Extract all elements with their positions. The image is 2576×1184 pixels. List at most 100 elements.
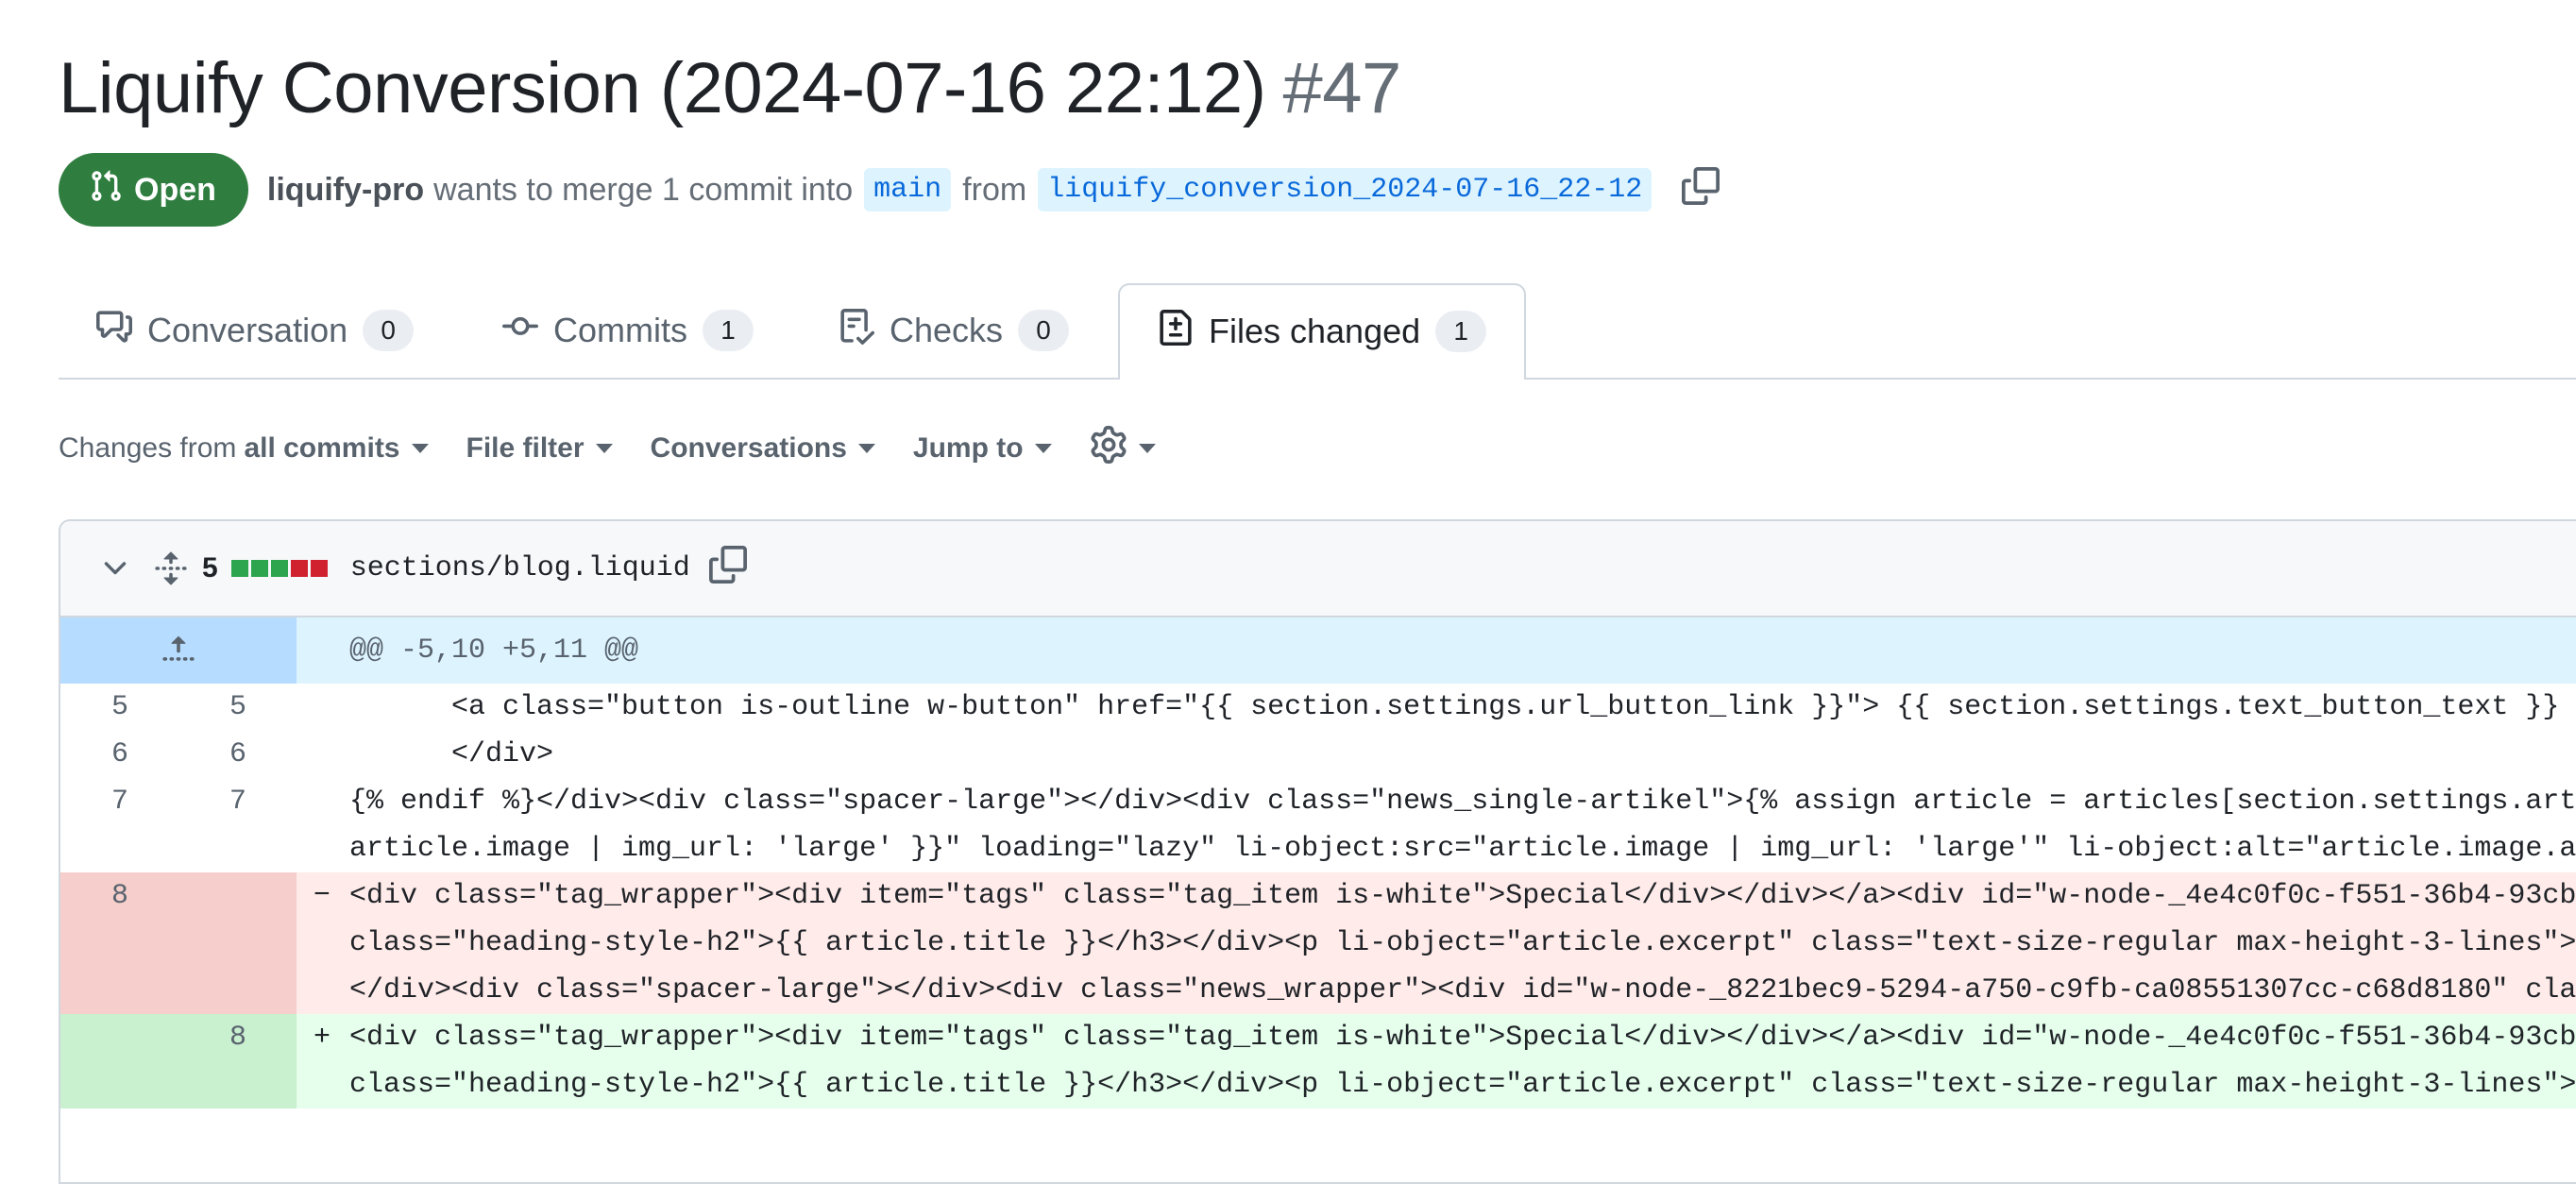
tab-label: Commits: [553, 311, 687, 349]
new-line-number[interactable]: 7: [179, 778, 297, 825]
caret-down-icon: [1034, 444, 1052, 453]
code-line: </div>: [349, 738, 554, 770]
diff-line-deleted-wrap: class="heading-style-h2">{{ article.titl…: [60, 920, 2576, 967]
file-diff-icon: [1158, 309, 1194, 354]
new-line-number: [179, 825, 297, 872]
tab-commits[interactable]: Commits 1: [502, 283, 754, 378]
caret-down-icon: [1138, 444, 1156, 453]
tab-checks[interactable]: Checks 0: [839, 283, 1070, 378]
comment-discussion-icon: [96, 309, 132, 353]
new-line-number: [179, 920, 297, 967]
old-line-number[interactable]: 8: [60, 872, 179, 920]
diff-line-added: 8 + <div class="tag_wrapper"><div item="t…: [60, 1014, 2576, 1061]
checklist-icon: [839, 308, 875, 353]
tab-counter: 1: [1435, 311, 1487, 352]
status-label: Open: [134, 171, 216, 208]
jump-to-label: Jump to: [912, 432, 1024, 464]
file-header: 5 sections/blog.liquid: [60, 521, 2576, 617]
hunk-row: @@ -5,10 +5,11 @@: [60, 617, 2576, 684]
old-line-number: [60, 967, 179, 1014]
old-line-number[interactable]: 6: [60, 731, 179, 778]
tab-label: Files changed: [1209, 312, 1421, 350]
code-line: article.image | img_url: 'large' }}" loa…: [349, 833, 2576, 865]
expand-up-button[interactable]: [60, 617, 297, 684]
code-line: {% endif %}</div><div class="spacer-larg…: [349, 786, 2576, 818]
new-line-number[interactable]: 8: [179, 1014, 297, 1061]
old-line-number[interactable]: 7: [60, 778, 179, 825]
pr-number: #47: [1282, 48, 1402, 128]
diff-line-deleted-wrap: </div><div class="spacer-large"></div><d…: [60, 967, 2576, 1014]
tab-conversation[interactable]: Conversation 0: [96, 283, 415, 378]
diff-line: 66 </div>: [60, 731, 2576, 778]
new-line-number: [179, 872, 297, 920]
diffstat: [230, 560, 328, 577]
diff-line: 55 <a class="button is-outline w-button"…: [60, 684, 2576, 731]
pr-tabs: Conversation 0 Commits 1 Checks 0 Files …: [59, 283, 2576, 380]
caret-down-icon: [411, 444, 429, 453]
pr-title: Liquify Conversion (2024-07-16 22:12): [59, 48, 1266, 128]
fold-up-icon: [161, 633, 196, 668]
file-filter-dropdown[interactable]: File filter: [466, 432, 613, 465]
tab-label: Checks: [890, 311, 1004, 349]
head-branch[interactable]: liquify_conversion_2024-07-16_22-12: [1038, 168, 1652, 211]
unfold-icon[interactable]: [153, 550, 189, 586]
merge-text: wants to merge 1 commit into: [433, 171, 854, 208]
tab-counter: 1: [703, 310, 754, 351]
copy-branch-button[interactable]: [1682, 166, 1720, 213]
diff-line: 77 {% endif %}</div><div class="spacer-l…: [60, 778, 2576, 825]
copy-path-button[interactable]: [708, 546, 747, 591]
old-line-number[interactable]: 5: [60, 684, 179, 731]
copy-icon: [708, 546, 747, 591]
pr-title-heading: Liquify Conversion (2024-07-16 22:12) #47: [59, 42, 1401, 136]
new-line-number: [179, 1061, 297, 1108]
diffstat-block: [290, 560, 308, 577]
caret-down-icon: [857, 444, 875, 453]
tab-files-changed[interactable]: Files changed 1: [1118, 283, 1527, 380]
code-line: <a class="button is-outline w-button" hr…: [349, 691, 2576, 723]
git-commit-icon: [502, 309, 538, 353]
changes-from-value: all commits: [244, 432, 400, 464]
new-line-number[interactable]: 5: [179, 684, 297, 731]
old-line-number: [60, 1061, 179, 1108]
base-branch[interactable]: main: [864, 168, 952, 211]
file-diff: 5 sections/blog.liquid @@ -5,10 +5,11 @@: [59, 519, 2576, 1184]
file-filter-label: File filter: [466, 432, 585, 464]
diff-line-deleted: 8 − <div class="tag_wrapper"><div item="t…: [60, 872, 2576, 920]
diffstat-block: [230, 560, 248, 577]
diff-line-added-wrap: class="heading-style-h2">{{ article.titl…: [60, 1061, 2576, 1108]
conversations-dropdown[interactable]: Conversations: [651, 432, 875, 465]
copy-icon: [1682, 166, 1720, 213]
jump-to-dropdown[interactable]: Jump to: [913, 432, 1052, 465]
tab-counter: 0: [1018, 310, 1070, 351]
new-line-number[interactable]: 6: [179, 731, 297, 778]
code-line: class="heading-style-h2">{{ article.titl…: [297, 920, 2576, 967]
old-line-number: [60, 825, 179, 872]
diff-line-wrap: article.image | img_url: 'large' }}" loa…: [60, 825, 2576, 872]
new-line-number: [179, 967, 297, 1014]
changes-count: 5: [202, 552, 218, 584]
code-line: <div class="tag_wrapper"><div item="tags…: [349, 880, 2576, 912]
minus-sign: −: [314, 880, 331, 912]
git-pull-request-icon: [89, 169, 123, 211]
chevron-down-icon[interactable]: [98, 551, 132, 585]
file-path[interactable]: sections/blog.liquid: [350, 552, 690, 584]
author-link[interactable]: liquify-pro: [267, 172, 424, 209]
old-line-number: [60, 920, 179, 967]
diff-toolbar: Changes from all commits File filter Con…: [59, 425, 1194, 472]
changes-from-prefix: Changes from: [59, 432, 237, 464]
code-line: class="heading-style-h2">{{ article.titl…: [297, 1061, 2576, 1108]
hunk-header: @@ -5,10 +5,11 @@: [349, 634, 639, 667]
caret-down-icon: [595, 444, 613, 453]
from-text: from: [962, 171, 1027, 208]
plus-sign: +: [314, 1022, 331, 1054]
diff-table: @@ -5,10 +5,11 @@ 55 <a class="button is…: [60, 617, 2576, 1108]
diff-settings-dropdown[interactable]: [1090, 426, 1156, 471]
status-badge: Open: [59, 153, 248, 227]
changes-from-dropdown[interactable]: Changes from all commits: [59, 432, 429, 465]
gear-icon: [1090, 426, 1127, 471]
diffstat-block: [310, 560, 328, 577]
old-line-number: [60, 1014, 179, 1061]
pr-meta: Open liquify-pro wants to merge 1 commit…: [59, 153, 1720, 227]
diffstat-block: [250, 560, 268, 577]
tab-counter: 0: [363, 310, 415, 351]
